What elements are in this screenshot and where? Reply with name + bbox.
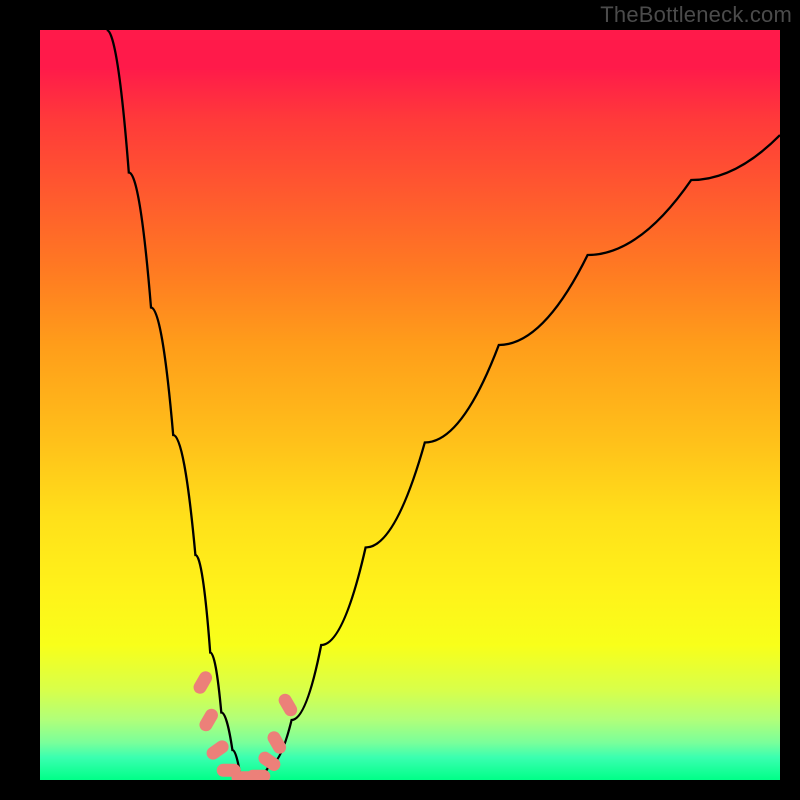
bottleneck-curve [107, 30, 780, 780]
curve-markers [191, 669, 299, 780]
curve-marker [191, 669, 214, 696]
curve-marker [276, 691, 299, 718]
curve-marker [197, 706, 220, 733]
chart-stage: TheBottleneck.com [0, 0, 800, 800]
curve-marker [204, 738, 231, 762]
curve-svg [40, 30, 780, 780]
plot-area [40, 30, 780, 780]
watermark-text: TheBottleneck.com [600, 2, 792, 28]
curve-marker [246, 770, 270, 780]
